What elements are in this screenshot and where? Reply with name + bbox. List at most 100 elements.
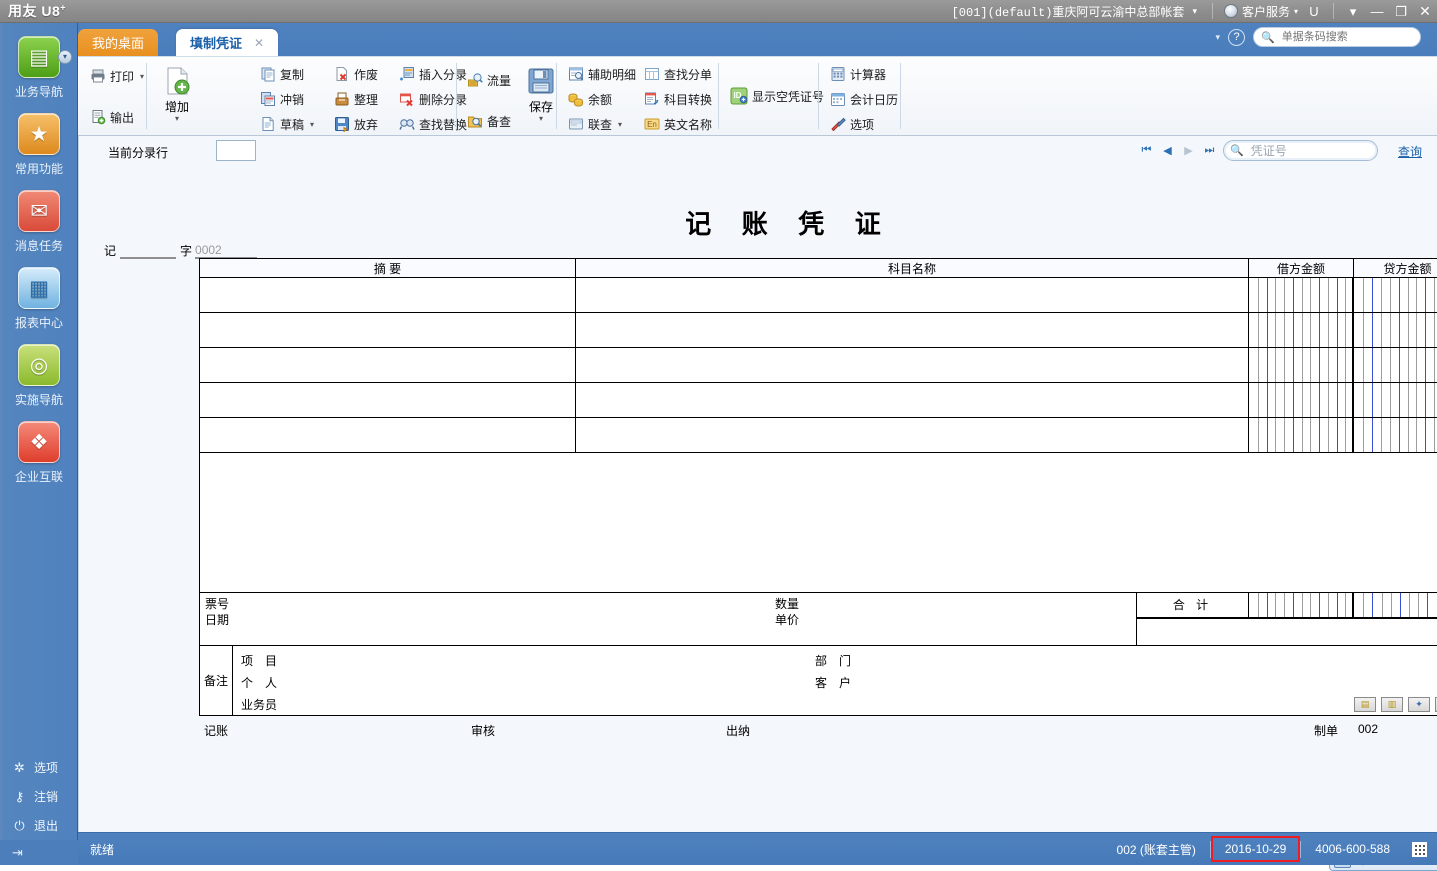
copy-label: 复制	[280, 66, 304, 83]
first-voucher-button[interactable]: ⏮	[1137, 141, 1156, 160]
note-icon[interactable]: ▤	[1354, 697, 1376, 712]
chevron-down-icon[interactable]: ▾	[175, 115, 179, 122]
total-debit-cell[interactable]	[1249, 592, 1354, 617]
sidebar-item-enterprise-link[interactable]: ❖ 企业互联	[0, 408, 78, 485]
cell-summary[interactable]	[200, 348, 576, 382]
tab-my-desktop[interactable]: 我的桌面	[78, 29, 158, 56]
cell-credit[interactable]	[1354, 418, 1437, 452]
aux-detail-button[interactable]: 辅助明细	[564, 63, 640, 85]
table-row[interactable]	[200, 383, 1437, 418]
cell-summary[interactable]	[200, 313, 576, 347]
print-button[interactable]: 打印 ▾	[86, 65, 148, 87]
insert-entry-button[interactable]: 插入分录	[395, 63, 471, 85]
sidebar-expand-button[interactable]: ⇥	[0, 840, 78, 865]
subject-convert-button[interactable]: 科目转换	[640, 88, 716, 110]
account-dropdown-caret-icon[interactable]: ▾	[1190, 6, 1205, 17]
cell-debit[interactable]	[1249, 418, 1354, 452]
voucher-no-search-box[interactable]: 🔍	[1223, 140, 1378, 161]
cell-subject[interactable]	[576, 348, 1249, 382]
sidebar-item-business-nav[interactable]: ▤ ▾ 业务导航	[0, 23, 78, 100]
sidebar-expand-caret-icon[interactable]: ▾	[58, 50, 72, 64]
organize-button[interactable]: 整理	[330, 88, 382, 110]
card-icon[interactable]: ▥	[1381, 697, 1403, 712]
cell-credit[interactable]	[1354, 313, 1437, 347]
qr-code-icon[interactable]	[1412, 842, 1427, 857]
reverse-button[interactable]: 冲销	[256, 88, 318, 110]
tab-fill-voucher[interactable]: 填制凭证 ✕	[176, 29, 278, 56]
copy-button[interactable]: 复制	[256, 63, 318, 85]
find-replace-button[interactable]: 查找替换	[395, 113, 471, 135]
maximize-button[interactable]: ❐	[1389, 0, 1413, 23]
table-row[interactable]	[200, 348, 1437, 383]
cell-subject[interactable]	[576, 313, 1249, 347]
drilldown-button[interactable]: 联查 ▾	[564, 113, 640, 135]
sidebar-item-logout[interactable]: ⚷ 注销	[0, 782, 78, 811]
sidebar-item-implementation-nav[interactable]: ◎ 实施导航	[0, 331, 78, 408]
help-icon[interactable]: ?	[1228, 29, 1245, 46]
sidebar-item-options[interactable]: ✲ 选项	[0, 753, 78, 782]
chevron-down-icon[interactable]: ▾	[539, 115, 543, 122]
export-button[interactable]: 输出	[86, 106, 148, 128]
minimize-button[interactable]: —	[1365, 0, 1389, 23]
discard-button[interactable]: 放弃	[330, 113, 382, 135]
english-name-button[interactable]: En 英文名称	[640, 113, 716, 135]
cashflow-button[interactable]: 流量	[463, 69, 515, 91]
cell-summary[interactable]	[200, 418, 576, 452]
cell-subject[interactable]	[576, 383, 1249, 417]
voucher-no-search-input[interactable]	[1249, 143, 1367, 159]
memo-button[interactable]: 备查	[463, 110, 515, 132]
cell-summary[interactable]	[200, 383, 576, 417]
calendar-button[interactable]: 会计日历	[826, 88, 902, 110]
cell-debit[interactable]	[1249, 278, 1354, 312]
last-voucher-button[interactable]: ⏭	[1200, 141, 1219, 160]
chevron-down-icon[interactable]: ▾	[618, 120, 622, 129]
cell-debit[interactable]	[1249, 313, 1354, 347]
next-voucher-button[interactable]: ▶	[1179, 141, 1198, 160]
table-row[interactable]	[200, 278, 1437, 313]
drilldown-icon	[568, 116, 584, 132]
prev-voucher-button[interactable]: ◀	[1158, 141, 1177, 160]
options-button[interactable]: 选项	[826, 113, 902, 135]
void-button[interactable]: 作废	[330, 63, 382, 85]
sidebar-item-common-functions[interactable]: ★ 常用功能	[0, 100, 78, 177]
table-row[interactable]	[200, 418, 1437, 453]
close-icon[interactable]: ✕	[254, 36, 264, 50]
chevron-down-icon[interactable]: ▾	[140, 72, 144, 81]
cell-debit[interactable]	[1249, 383, 1354, 417]
barcode-search-input[interactable]	[1280, 30, 1402, 44]
show-empty-voucher-no-button[interactable]: ID 显示空凭证号	[726, 85, 828, 107]
cell-credit[interactable]	[1354, 383, 1437, 417]
calculator-button[interactable]: 计算器	[826, 63, 902, 85]
current-line-input[interactable]	[216, 140, 256, 161]
table-row[interactable]	[200, 313, 1437, 348]
balance-button[interactable]: 余额	[564, 88, 640, 110]
u-button[interactable]: U	[1302, 0, 1326, 23]
total-credit-cell[interactable]	[1354, 592, 1437, 617]
cell-credit[interactable]	[1354, 348, 1437, 382]
ji-blank-line[interactable]	[120, 246, 176, 259]
cashier-label: 出纳	[726, 722, 750, 739]
voucher-no-field[interactable]: 0002	[195, 244, 257, 259]
title-divider-2	[1333, 3, 1334, 19]
draft-button[interactable]: 草稿 ▾	[256, 113, 318, 135]
cell-subject[interactable]	[576, 278, 1249, 312]
customer-service-button[interactable]: 客户服务 ▾	[1220, 3, 1302, 20]
sidebar-item-exit[interactable]: ⏻ 退出	[0, 811, 78, 840]
add-button[interactable]: 增加 ▾	[154, 63, 200, 122]
chevron-down-icon[interactable]: ▾	[310, 120, 314, 129]
sidebar-item-message-task[interactable]: ✉ 消息任务	[0, 177, 78, 254]
barcode-search-box[interactable]: 🔍	[1253, 27, 1421, 47]
cell-subject[interactable]	[576, 418, 1249, 452]
cell-credit[interactable]	[1354, 278, 1437, 312]
sidebar-item-report-center[interactable]: ▦ 报表中心	[0, 254, 78, 331]
save-button[interactable]: 保存 ▾	[518, 63, 564, 122]
delete-entry-button[interactable]: 删除分录	[395, 88, 471, 110]
query-link[interactable]: 查询	[1398, 143, 1422, 160]
wand-icon[interactable]: ✦	[1408, 697, 1430, 712]
close-button[interactable]: ✕	[1413, 0, 1437, 23]
find-split-button[interactable]: 查找分单	[640, 63, 716, 85]
ribbon-caret-icon[interactable]: ▾	[1215, 32, 1220, 43]
titlebar-menu-button[interactable]: ▾	[1341, 0, 1365, 23]
cell-debit[interactable]	[1249, 348, 1354, 382]
cell-summary[interactable]	[200, 278, 576, 312]
